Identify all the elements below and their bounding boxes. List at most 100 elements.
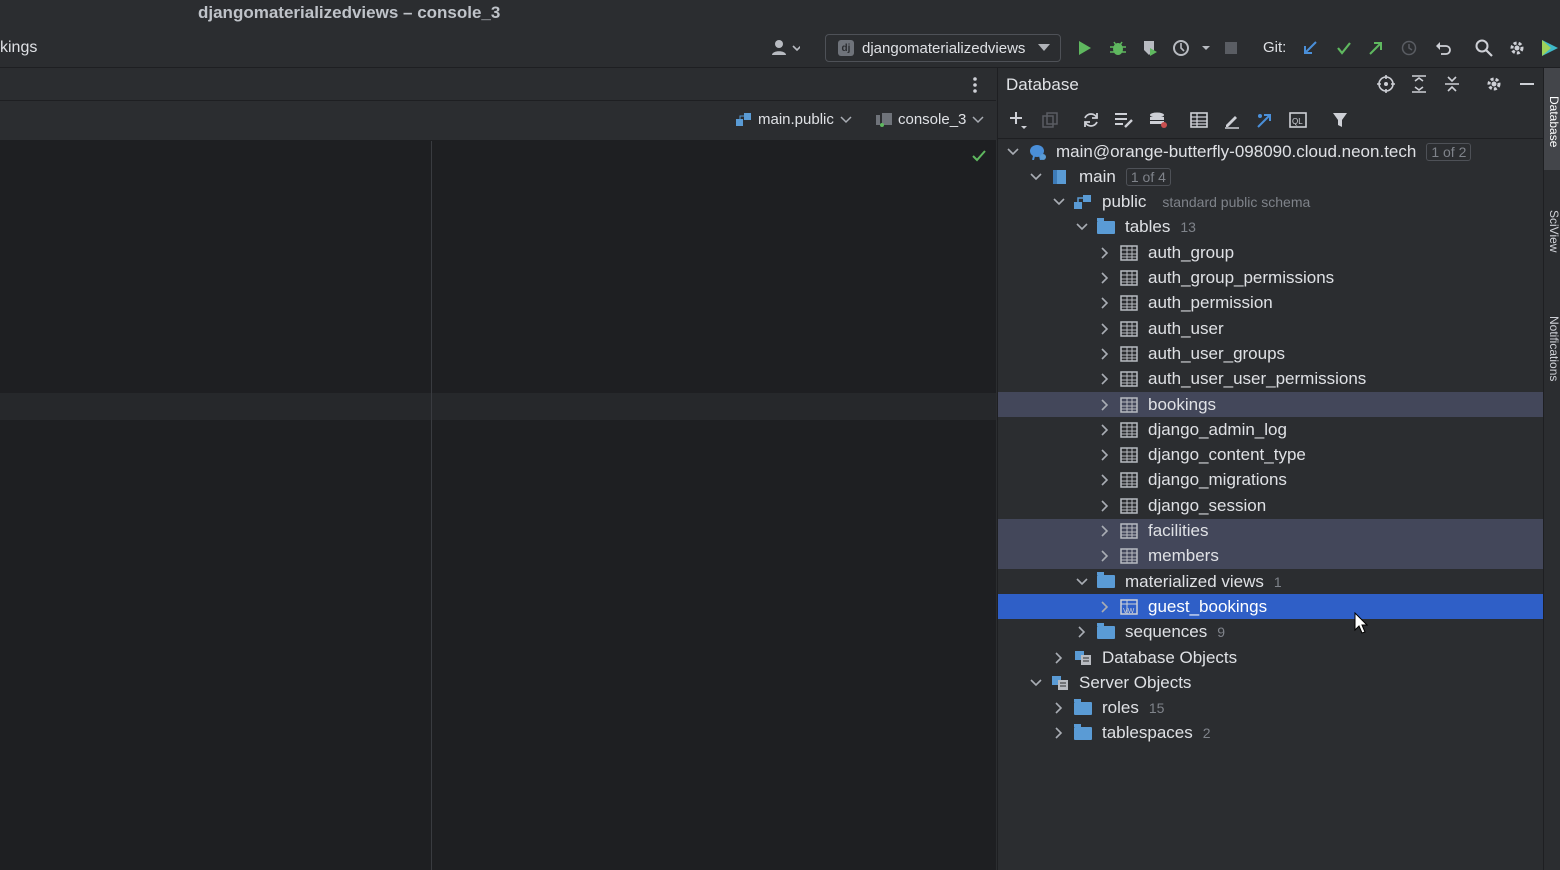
title-bar: djangomaterializedviews – console_3 xyxy=(0,0,1560,28)
chevron-right-icon[interactable] xyxy=(1075,626,1089,638)
run-configuration-selector[interactable]: dj djangomaterializedviews xyxy=(825,34,1061,62)
table-icon xyxy=(1120,371,1138,387)
profile-run-icon[interactable] xyxy=(1170,36,1214,60)
user-menu-icon[interactable] xyxy=(768,36,802,60)
git-rollback-icon[interactable] xyxy=(1433,36,1453,60)
duplicate-icon[interactable] xyxy=(1040,110,1060,130)
tree-node-auth-user-groups[interactable]: auth_user_groups xyxy=(998,341,1544,366)
add-icon[interactable] xyxy=(1008,110,1028,130)
folder-icon xyxy=(1097,217,1115,234)
chevron-right-icon[interactable] xyxy=(1098,373,1112,385)
tree-node-auth-permission[interactable]: auth_permission xyxy=(998,291,1544,316)
tree-node-auth-user[interactable]: auth_user xyxy=(998,316,1544,341)
tree-node-auth-group[interactable]: auth_group xyxy=(998,240,1544,265)
schema-edit-icon[interactable] xyxy=(1114,110,1134,130)
chevron-right-icon[interactable] xyxy=(1098,348,1112,360)
table-icon xyxy=(1120,346,1138,362)
chevron-right-icon[interactable] xyxy=(1098,500,1112,512)
sql-editor[interactable] xyxy=(0,141,996,870)
chevron-down-icon[interactable] xyxy=(1029,678,1043,688)
tree-node-sequences[interactable]: sequences 9 xyxy=(998,620,1544,645)
tree-node-django-session[interactable]: django_session xyxy=(998,493,1544,518)
data-source-icon[interactable] xyxy=(1148,110,1168,130)
sciview-side-tab[interactable]: SciView xyxy=(1544,186,1560,270)
tree-node-guest-bookings[interactable]: VW guest_bookings xyxy=(998,594,1544,620)
chevron-right-icon[interactable] xyxy=(1098,323,1112,335)
tree-node-materialized-views[interactable]: materialized views 1 xyxy=(998,569,1544,594)
debug-icon[interactable] xyxy=(1108,36,1128,60)
tree-node-auth-group-permissions[interactable]: auth_group_permissions xyxy=(998,266,1544,291)
git-history-icon[interactable] xyxy=(1399,36,1419,60)
tree-node-label: tablespaces xyxy=(1102,723,1193,743)
tree-node-roles[interactable]: roles 15 xyxy=(998,696,1544,721)
chevron-down-icon[interactable] xyxy=(1052,197,1066,207)
chevron-right-icon[interactable] xyxy=(1052,651,1066,664)
schema-selector[interactable]: main.public xyxy=(736,111,852,128)
breadcrumb[interactable]: kings xyxy=(0,39,37,57)
svg-text:VW: VW xyxy=(1123,608,1135,615)
console-selector[interactable]: console_3 xyxy=(876,111,984,128)
chevron-down-icon[interactable] xyxy=(1029,172,1043,182)
more-options-icon[interactable] xyxy=(972,76,978,99)
expand-all-icon[interactable] xyxy=(1409,74,1429,94)
refresh-icon[interactable] xyxy=(1081,110,1101,130)
minimize-icon[interactable] xyxy=(1517,74,1537,94)
chevron-right-icon[interactable] xyxy=(1098,272,1112,284)
chevron-right-icon[interactable] xyxy=(1098,297,1112,309)
run-icon[interactable] xyxy=(1075,36,1095,60)
tree-node-django-content-type[interactable]: django_content_type xyxy=(998,443,1544,468)
run-configuration-label: djangomaterializedviews xyxy=(862,39,1026,57)
stop-icon[interactable] xyxy=(1222,36,1240,60)
chevron-right-icon[interactable] xyxy=(1098,424,1112,436)
chevron-right-icon[interactable] xyxy=(1052,702,1066,714)
tree-node-database-objects[interactable]: Database Objects xyxy=(998,645,1544,670)
table-view-icon[interactable] xyxy=(1189,110,1209,130)
tree-node-label: Server Objects xyxy=(1079,672,1192,692)
git-push-icon[interactable] xyxy=(1366,36,1386,60)
materialized-view-icon: VW xyxy=(1120,599,1138,615)
chevron-right-icon[interactable] xyxy=(1098,247,1112,259)
tree-node-label: auth_group_permissions xyxy=(1148,268,1335,287)
chevron-down-icon[interactable] xyxy=(1075,577,1089,587)
panel-settings-gear-icon[interactable] xyxy=(1484,74,1504,94)
chevron-right-icon[interactable] xyxy=(1052,727,1066,739)
chevron-right-icon[interactable] xyxy=(1098,601,1112,613)
chevron-right-icon[interactable] xyxy=(1098,525,1112,537)
database-side-tab[interactable]: Database xyxy=(1544,68,1560,170)
filter-icon[interactable] xyxy=(1330,110,1350,130)
table-icon xyxy=(1120,497,1138,514)
console-icon xyxy=(876,112,892,127)
tree-node-tables[interactable]: tables 13 xyxy=(998,215,1544,240)
tree-node-members[interactable]: members xyxy=(998,543,1544,569)
query-console-icon[interactable]: QL xyxy=(1288,110,1308,130)
search-icon[interactable] xyxy=(1474,36,1494,60)
edit-icon[interactable] xyxy=(1222,110,1242,130)
locate-icon[interactable] xyxy=(1376,74,1396,94)
chevron-down-icon[interactable] xyxy=(1075,222,1089,232)
git-commit-icon[interactable] xyxy=(1334,36,1354,60)
table-icon xyxy=(1120,295,1138,312)
schema-selector-label: main.public xyxy=(758,111,834,128)
settings-gear-icon[interactable] xyxy=(1507,36,1527,60)
chevron-right-icon[interactable] xyxy=(1098,550,1112,562)
tree-node-main[interactable]: main 1 of 4 xyxy=(998,164,1544,189)
coverage-icon[interactable] xyxy=(1140,36,1160,60)
tree-node-tablespaces[interactable]: tablespaces 2 xyxy=(998,721,1544,746)
schema-hint: standard public schema xyxy=(1162,194,1311,211)
chevron-right-icon[interactable] xyxy=(1098,449,1112,461)
tree-node-bookings[interactable]: bookings xyxy=(998,392,1544,417)
chevron-right-icon[interactable] xyxy=(1098,398,1112,411)
tree-node-server-objects[interactable]: Server Objects xyxy=(998,670,1544,695)
tree-node-django-migrations[interactable]: django_migrations xyxy=(998,468,1544,493)
jump-to-source-icon[interactable] xyxy=(1255,110,1275,130)
notifications-side-tab[interactable]: Notifications xyxy=(1544,286,1560,406)
tree-node-public[interactable]: public standard public schema xyxy=(998,190,1544,215)
tree-node-auth-user-user-permissions[interactable]: auth_user_user_permissions xyxy=(998,367,1544,392)
git-update-icon[interactable] xyxy=(1300,36,1320,60)
tree-node-facilities[interactable]: facilities xyxy=(998,518,1544,544)
tree-node-django-admin-log[interactable]: django_admin_log xyxy=(998,417,1544,442)
tree-node-main-orange-butterfly-098090-cloud-neon-tech[interactable]: main@orange-butterfly-098090.cloud.neon.… xyxy=(998,139,1544,164)
chevron-right-icon[interactable] xyxy=(1098,474,1112,486)
chevron-down-icon[interactable] xyxy=(1006,147,1020,157)
collapse-all-icon[interactable] xyxy=(1442,74,1462,94)
